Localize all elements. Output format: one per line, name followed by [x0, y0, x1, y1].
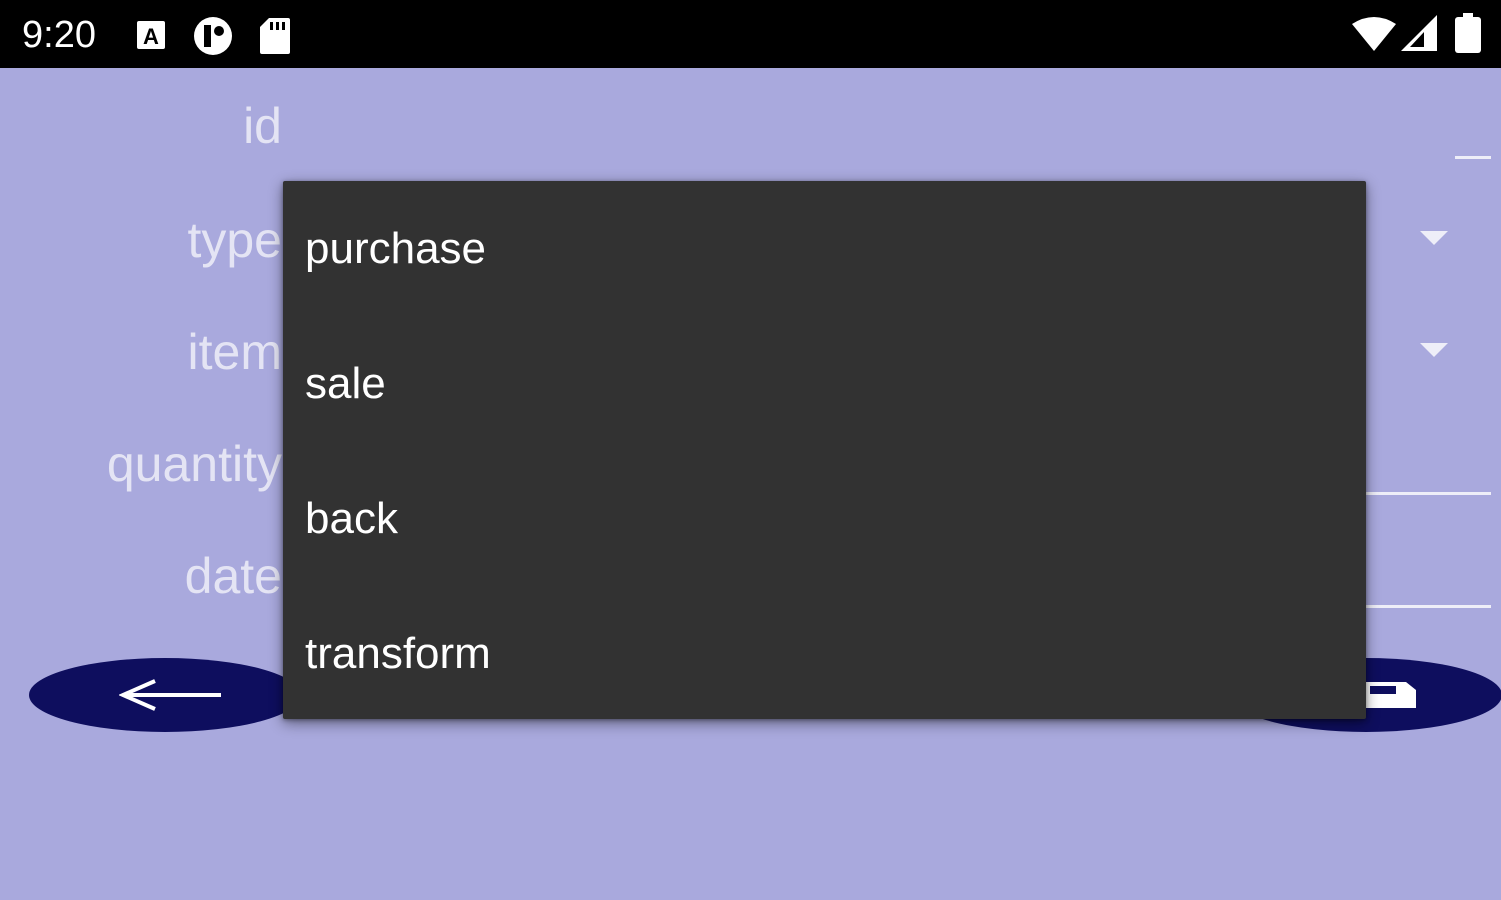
dropdown-option-transform[interactable]: transform: [283, 587, 1366, 721]
status-bar: 9:20 A: [0, 0, 1501, 68]
item-spinner-arrow-icon[interactable]: [1420, 343, 1448, 357]
battery-icon: [1455, 13, 1481, 53]
svg-text:A: A: [143, 24, 159, 49]
dropdown-option-purchase[interactable]: purchase: [283, 182, 1366, 316]
sd-card-icon: [260, 18, 290, 54]
arrow-left-icon: [119, 679, 221, 711]
type-dropdown-popup: purchase sale back transform: [283, 181, 1366, 719]
app-notification-icon: [194, 17, 232, 55]
type-spinner-arrow-icon[interactable]: [1420, 231, 1448, 245]
label-quantity: quantity: [106, 436, 282, 492]
dropdown-option-back[interactable]: back: [283, 452, 1366, 586]
label-type: type: [187, 212, 282, 268]
keyboard-a-icon: A: [137, 21, 165, 49]
label-id: id: [243, 98, 282, 154]
signal-icon: [1401, 15, 1437, 51]
wifi-icon: [1352, 17, 1396, 51]
label-date: date: [184, 548, 282, 604]
quantity-field-underline[interactable]: [1366, 492, 1491, 495]
label-item: item: [187, 324, 282, 380]
date-field-underline[interactable]: [1366, 605, 1491, 608]
status-time: 9:20: [22, 14, 96, 56]
dropdown-option-sale[interactable]: sale: [283, 317, 1366, 451]
back-button[interactable]: [29, 658, 301, 732]
id-field-underline[interactable]: [1455, 156, 1491, 159]
